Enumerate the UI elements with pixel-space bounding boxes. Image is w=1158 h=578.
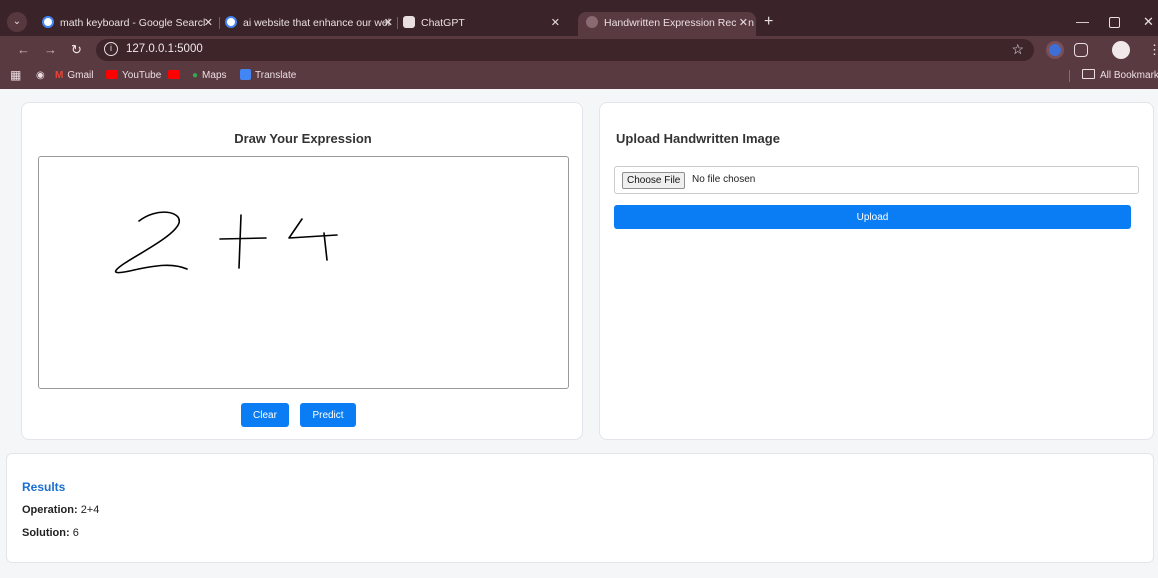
close-tab-icon[interactable]: ✕ (384, 12, 393, 34)
profile-icon[interactable] (1046, 41, 1064, 59)
youtube-icon (106, 69, 118, 79)
browser-tab[interactable]: ChatGPT ✕ (403, 12, 568, 34)
bookmark-gmail[interactable]: M Gmail (55, 70, 93, 81)
address-bar[interactable]: i 127.0.0.1:5000 ☆ (96, 39, 1034, 61)
operation-label: Operation: (22, 504, 78, 516)
bookmark-maps[interactable]: ● Maps (192, 70, 227, 81)
site-info-icon[interactable]: i (104, 42, 118, 56)
tab-title: math keyboard - Google Searcl (60, 17, 206, 29)
bookmark-translate[interactable]: Translate (240, 69, 296, 81)
close-tab-icon[interactable]: ✕ (735, 12, 748, 34)
drawing-canvas[interactable] (38, 156, 569, 389)
google-icon (42, 16, 54, 29)
draw-card: Draw Your Expression Clear Predict (21, 102, 583, 440)
folder-icon (1082, 69, 1095, 80)
menu-icon[interactable]: ⋮ (1148, 42, 1158, 58)
operation-line: Operation: 2+4 (22, 504, 99, 516)
globe-icon (586, 16, 598, 29)
file-status: No file chosen (692, 174, 756, 185)
new-tab-icon[interactable]: + (764, 12, 773, 32)
close-window-icon[interactable]: ✕ (1143, 14, 1154, 30)
clear-button[interactable]: Clear (241, 403, 289, 427)
bookmark-youtube[interactable]: YouTube (106, 69, 161, 81)
predict-button[interactable]: Predict (300, 403, 356, 427)
google-icon (225, 16, 237, 29)
tab-title: ai website that enhance our wel (243, 17, 391, 29)
choose-file-button[interactable]: Choose File (622, 172, 686, 189)
solution-value: 6 (72, 527, 79, 539)
youtube-icon (168, 69, 180, 79)
results-title: Results (22, 480, 66, 494)
translate-icon (240, 69, 251, 80)
extensions-icon[interactable] (1074, 43, 1088, 57)
bookmarks-bar: ▦ ◉ M Gmail YouTube ● Maps Translate All B… (0, 64, 1158, 89)
minimize-icon[interactable]: — (1076, 14, 1089, 29)
browser-tab[interactable]: ai website that enhance our wel ✕ (225, 12, 395, 34)
upload-button[interactable]: Upload (614, 205, 1131, 229)
chrome-icon[interactable]: ◉ (36, 70, 45, 81)
close-tab-icon[interactable]: ✕ (551, 12, 560, 34)
upload-title: Upload Handwritten Image (616, 131, 780, 146)
tab-strip: ⌄ math keyboard - Google Searcl ✕ ai web… (0, 0, 1158, 36)
results-panel: Results Operation: 2+4 Solution: 6 (6, 453, 1154, 563)
back-icon[interactable]: ← (17, 42, 30, 57)
account-icon[interactable] (1112, 41, 1130, 59)
all-bookmarks[interactable]: All Bookmarks (1082, 69, 1158, 81)
tab-title: Handwritten Expression Recogn (604, 17, 754, 29)
close-tab-icon[interactable]: ✕ (204, 12, 213, 34)
url-text[interactable]: 127.0.0.1:5000 (126, 43, 203, 55)
operation-value: 2+4 (80, 504, 100, 516)
gmail-icon: M (55, 70, 64, 81)
address-bar-row: ← → ↻ i 127.0.0.1:5000 ☆ ⋮ (0, 36, 1158, 64)
solution-line: Solution: 6 (22, 527, 79, 539)
chatgpt-icon (403, 16, 415, 29)
handwritten-strokes (114, 211, 338, 274)
upload-card: Upload Handwritten Image Choose File No … (599, 102, 1154, 440)
forward-icon[interactable]: → (44, 42, 57, 57)
file-input[interactable]: Choose File No file chosen (614, 166, 1139, 194)
draw-title: Draw Your Expression (234, 131, 372, 146)
tab-search-icon[interactable]: ⌄ (7, 12, 27, 32)
browser-tab-active[interactable]: Handwritten Expression Recogn ✕ (578, 12, 756, 36)
bookmark-youtube-2[interactable] (168, 69, 184, 81)
reload-icon[interactable]: ↻ (71, 42, 82, 58)
apps-icon[interactable]: ▦ (10, 68, 21, 82)
solution-label: Solution: (22, 527, 70, 539)
restore-icon[interactable] (1109, 17, 1120, 28)
tab-title: ChatGPT (421, 17, 465, 29)
maps-icon: ● (192, 70, 199, 81)
browser-tab[interactable]: math keyboard - Google Searcl ✕ (42, 12, 217, 34)
bookmark-star-icon[interactable]: ☆ (1011, 41, 1024, 58)
